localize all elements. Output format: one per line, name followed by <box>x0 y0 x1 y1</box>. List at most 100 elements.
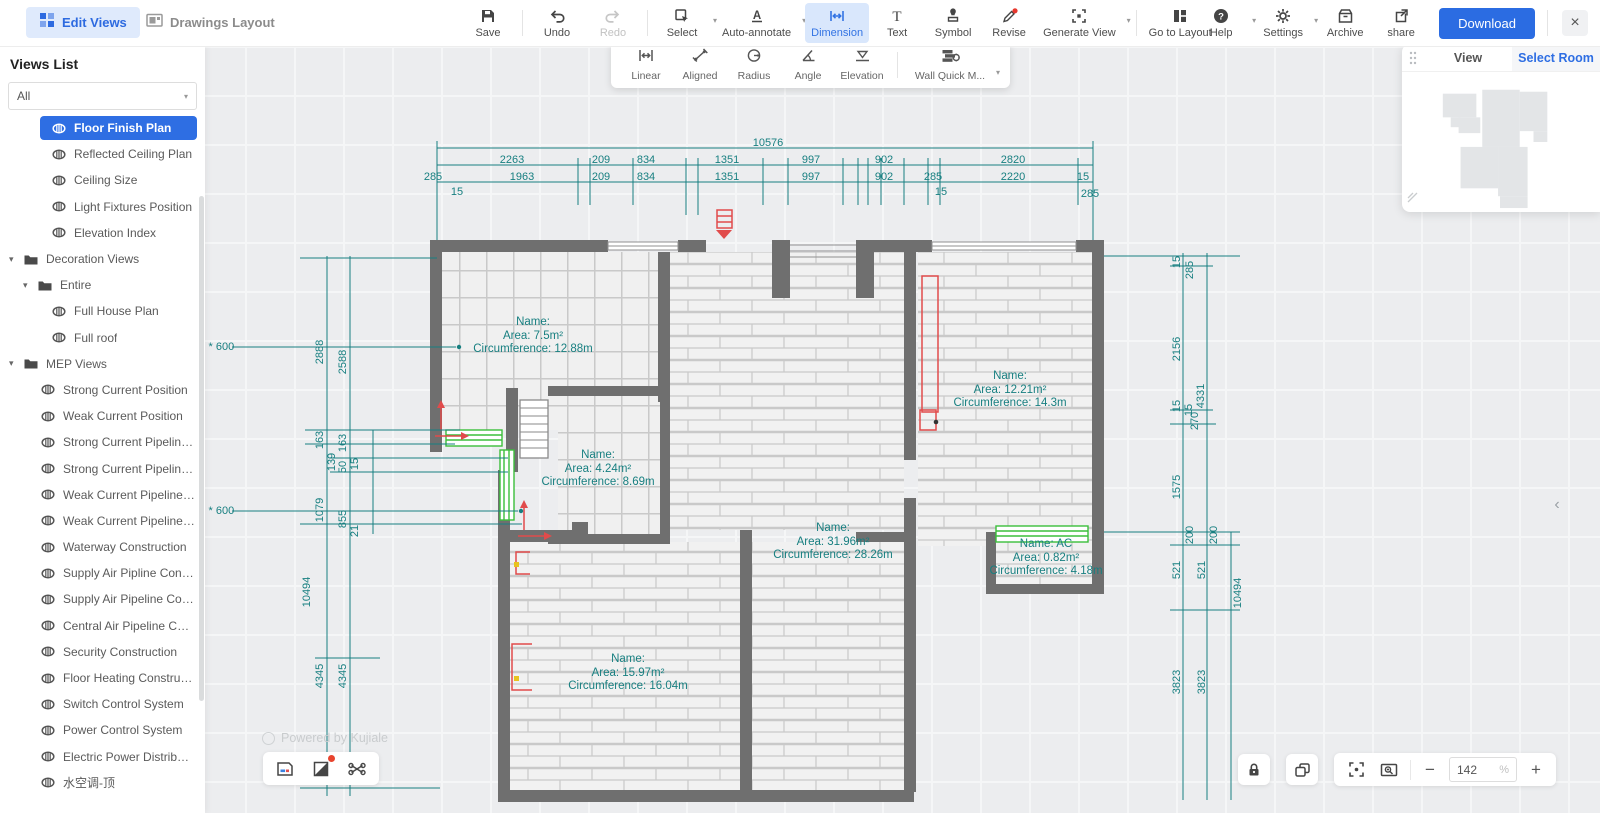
undo-button[interactable]: Undo <box>529 3 585 43</box>
overlap-views-button[interactable] <box>1286 754 1318 785</box>
percent-label: % <box>1499 764 1509 776</box>
zoom-level-input[interactable] <box>1457 763 1481 777</box>
radius-button[interactable]: Radius <box>727 45 781 85</box>
trim-button[interactable] <box>341 755 373 782</box>
watermark: Powered by Kujiale <box>262 731 388 745</box>
sidebar-item-floor-finish-plan[interactable]: Floor Finish Plan <box>0 115 205 141</box>
select-button[interactable]: Select ▾ <box>654 3 716 43</box>
sidebar-item-floor-heating-construction[interactable]: Floor Heating Construction <box>0 665 205 691</box>
sidebar-item-supply-air-pipeline-constr[interactable]: Supply Air Pipeline Constr... <box>0 586 205 612</box>
resize-handle-icon[interactable] <box>1407 190 1418 208</box>
base-map-toggle-button[interactable] <box>305 755 337 782</box>
sidebar-item-ceiling-size[interactable]: Ceiling Size <box>0 167 205 193</box>
sidebar-item-[interactable]: 水空调-顶 <box>0 770 205 796</box>
sidebar-item-weak-current-pipeline-co[interactable]: Weak Current Pipeline Co... <box>0 508 205 534</box>
minimap-preview[interactable] <box>1402 72 1598 210</box>
sidebar-item-security-construction[interactable]: Security Construction <box>0 639 205 665</box>
angle-button[interactable]: Angle <box>781 45 835 85</box>
sidebar-item-elevation-index[interactable]: Elevation Index <box>0 220 205 246</box>
base-map-icon <box>313 761 329 777</box>
sidebar-item-power-control-system[interactable]: Power Control System <box>0 717 205 743</box>
sidebar-item-label: Strong Current Pipeline C... <box>63 462 195 476</box>
auto-annotate-button[interactable]: A Auto-annotate ▾ <box>716 3 805 43</box>
expand-caret-icon[interactable]: ▾ <box>23 280 28 291</box>
linear-button[interactable]: Linear <box>619 45 673 85</box>
tab-view[interactable]: View <box>1424 44 1512 71</box>
views-filter-dropdown[interactable]: All ▾ <box>8 82 197 110</box>
sidebar-item-label: Supply Air Pipeline Constr... <box>63 592 195 606</box>
divider <box>647 10 648 36</box>
sidebar-item-switch-control-system[interactable]: Switch Control System <box>0 691 205 717</box>
share-button[interactable]: share <box>1373 3 1429 43</box>
sidebar-item-strong-current-pipeline-c[interactable]: Strong Current Pipeline C... <box>0 429 205 455</box>
help-button[interactable]: ? Help ▾ <box>1193 3 1255 43</box>
save-button[interactable]: Save <box>460 3 516 43</box>
sidebar-item-strong-current-pipeline-c[interactable]: Strong Current Pipeline C... <box>0 455 205 481</box>
drawing-canvas[interactable] <box>0 46 1600 813</box>
sidebar-item-reflected-ceiling-plan[interactable]: Reflected Ceiling Plan <box>0 141 205 167</box>
chevron-down-icon: ▾ <box>184 92 188 101</box>
tab-select-room[interactable]: Select Room <box>1512 44 1600 71</box>
fit-view-button[interactable] <box>1344 758 1368 782</box>
zoom-region-button[interactable] <box>1377 758 1401 782</box>
archive-icon <box>1337 8 1354 25</box>
sidebar-item-mep-views[interactable]: ▾MEP Views <box>0 351 205 377</box>
sidebar-item-electric-power-distribution[interactable]: Electric Power Distribution <box>0 744 205 770</box>
view-icon <box>41 725 55 736</box>
symbol-button[interactable]: Symbol <box>925 3 981 43</box>
text-button[interactable]: T Text <box>869 3 925 43</box>
expand-caret-icon[interactable]: ▾ <box>9 358 14 369</box>
sidebar-item-weak-current-position[interactable]: Weak Current Position <box>0 403 205 429</box>
drag-handle-icon[interactable] <box>1402 44 1424 71</box>
sidebar-item-weak-current-pipeline-co[interactable]: Weak Current Pipeline co... <box>0 482 205 508</box>
close-icon[interactable]: × <box>1562 10 1588 36</box>
download-button[interactable]: Download <box>1439 8 1535 39</box>
sidebar-item-light-fixtures-position[interactable]: Light Fixtures Position <box>0 194 205 220</box>
auto-annotate-icon: A <box>749 8 765 25</box>
sidebar-item-label: Security Construction <box>63 645 177 659</box>
wall-quick-measure-button[interactable]: Wall Quick M... <box>906 45 994 85</box>
aligned-button[interactable]: Aligned <box>673 45 727 85</box>
minimap-header: View Select Room <box>1402 44 1600 72</box>
view-icon <box>52 227 66 238</box>
sidebar-item-label: Full House Plan <box>74 304 159 318</box>
expand-caret-icon[interactable]: ▾ <box>9 254 14 265</box>
archive-button[interactable]: Archive <box>1317 3 1373 43</box>
view-icon <box>41 699 55 710</box>
lock-button[interactable] <box>1238 754 1270 785</box>
drawing-frame-button[interactable] <box>269 755 301 782</box>
sidebar-item-decoration-views[interactable]: ▾Decoration Views <box>0 246 205 272</box>
edit-views-tab[interactable]: Edit Views <box>26 7 140 38</box>
view-icon <box>52 175 66 186</box>
sidebar-item-full-roof[interactable]: Full roof <box>0 325 205 351</box>
drawings-layout-tab[interactable]: Drawings Layout <box>138 7 283 38</box>
drawing-frame-icon <box>276 761 295 777</box>
sidebar-item-label: Switch Control System <box>63 697 184 711</box>
elevation-button[interactable]: Elevation <box>835 45 889 85</box>
redo-button[interactable]: Redo <box>585 3 641 43</box>
sidebar-item-label: Weak Current Pipeline Co... <box>63 514 195 528</box>
sidebar-item-label: Strong Current Pipeline C... <box>63 435 195 449</box>
sidebar-scrollbar[interactable] <box>199 196 204 701</box>
drawings-layout-label: Drawings Layout <box>170 15 275 30</box>
sidebar-item-strong-current-position[interactable]: Strong Current Position <box>0 377 205 403</box>
view-icon <box>52 332 66 343</box>
generate-view-button[interactable]: Generate View ▾ <box>1037 3 1130 43</box>
revise-button[interactable]: Revise <box>981 3 1037 43</box>
sidebar-item-entire[interactable]: ▾Entire <box>0 272 205 298</box>
chevron-down-icon[interactable]: ▾ <box>996 68 1000 77</box>
view-icon <box>41 673 55 684</box>
zoom-in-button[interactable]: + <box>1526 760 1546 780</box>
views-sidebar: Views List All ▾ Floor Finish PlanReflec… <box>0 46 205 813</box>
chevron-down-icon[interactable]: ▾ <box>1127 16 1131 25</box>
panel-collapse-chevron[interactable]: ‹ <box>1549 490 1565 520</box>
views-list: Floor Finish PlanReflected Ceiling PlanC… <box>0 115 205 813</box>
sidebar-item-waterway-construction[interactable]: Waterway Construction <box>0 534 205 560</box>
settings-button[interactable]: Settings ▾ <box>1255 3 1317 43</box>
sidebar-item-central-air-pipeline-constr[interactable]: Central Air Pipeline Constr... <box>0 613 205 639</box>
radius-icon <box>746 48 762 68</box>
sidebar-item-full-house-plan[interactable]: Full House Plan <box>0 298 205 324</box>
zoom-out-button[interactable]: − <box>1420 760 1440 780</box>
dimension-button[interactable]: Dimension <box>805 3 869 43</box>
sidebar-item-supply-air-pipline-constru[interactable]: Supply Air Pipline Constru... <box>0 560 205 586</box>
